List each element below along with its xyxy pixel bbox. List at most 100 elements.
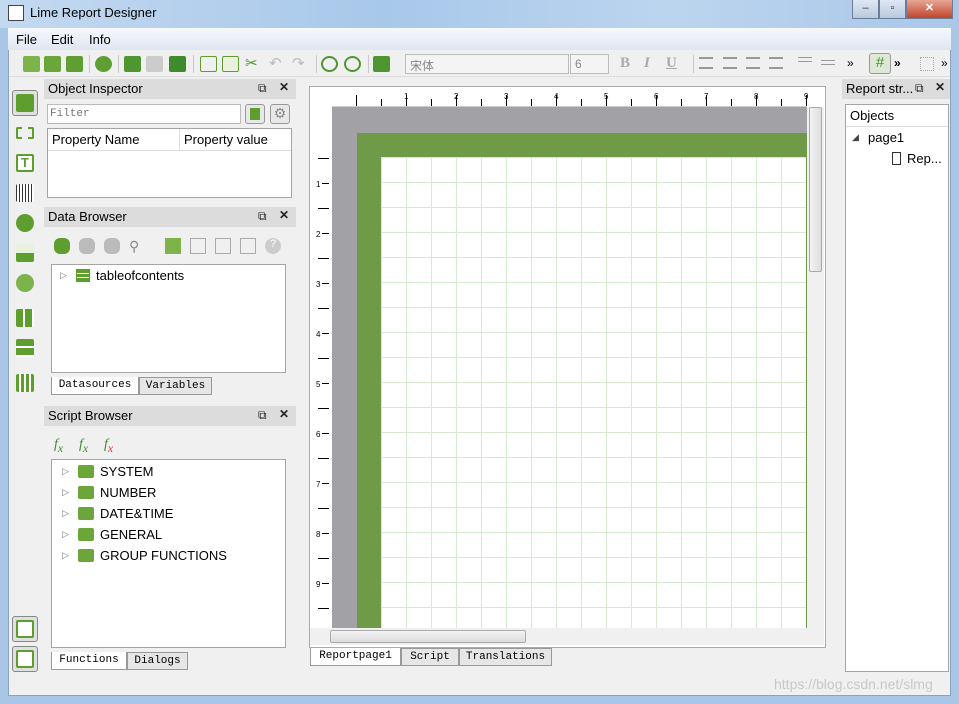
maximize-button[interactable]: ▫	[879, 0, 906, 19]
tree-item-group-functions[interactable]: ▷ GROUP FUNCTIONS	[52, 545, 285, 566]
text-item-tool[interactable]: T	[12, 150, 38, 176]
print-icon[interactable]	[373, 56, 390, 72]
horizontal-scrollbar[interactable]	[310, 628, 824, 645]
zoom-out-icon[interactable]	[344, 56, 361, 72]
expand-arrow-icon[interactable]: ▷	[62, 524, 72, 545]
collapse-arrow-icon[interactable]: ◢	[852, 127, 862, 148]
toolbar-more-button-2[interactable]: »	[894, 56, 901, 70]
chart-tool[interactable]	[12, 270, 38, 296]
menu-info[interactable]: Info	[89, 32, 111, 47]
scroll-thumb[interactable]	[809, 107, 822, 272]
edit-connection-icon[interactable]	[79, 238, 95, 254]
expand-arrow-icon[interactable]: ▷	[62, 545, 72, 566]
save-icon[interactable]	[66, 56, 83, 72]
add-function-icon[interactable]: fx	[54, 437, 63, 455]
select-tool[interactable]	[12, 90, 38, 116]
align-left-icon[interactable]	[699, 57, 713, 69]
tab-translations[interactable]: Translations	[459, 648, 552, 666]
tab-script[interactable]: Script	[401, 648, 459, 666]
vertical-scrollbar[interactable]	[807, 107, 824, 628]
horizontal-layout-tool[interactable]	[12, 305, 38, 331]
close-icon[interactable]: ✕	[279, 80, 289, 94]
barcode-tool[interactable]	[12, 180, 38, 206]
close-icon[interactable]: ✕	[279, 407, 289, 421]
close-icon[interactable]: ✕	[279, 208, 289, 222]
add-datasource-icon[interactable]	[165, 238, 181, 254]
align-center-icon[interactable]	[723, 57, 737, 69]
delete-page-icon[interactable]	[146, 56, 163, 72]
image-tool[interactable]	[12, 240, 38, 266]
tree-item-band[interactable]: Rep...	[846, 148, 948, 169]
trash-button[interactable]	[245, 104, 265, 124]
toggle-right-panel[interactable]	[12, 646, 38, 672]
float-icon[interactable]: ⧉	[258, 209, 267, 224]
view-datasource-icon[interactable]	[190, 238, 206, 254]
tree-item-page1[interactable]: ◢ page1	[846, 127, 948, 148]
minimize-button[interactable]: –	[852, 0, 879, 19]
tree-item-general[interactable]: ▷ GENERAL	[52, 524, 285, 545]
underline-button[interactable]: U	[666, 55, 677, 72]
grid-toggle-icon[interactable]: #	[869, 53, 891, 74]
paste-icon[interactable]	[222, 56, 239, 72]
tree-item-number[interactable]: ▷ NUMBER	[52, 482, 285, 503]
edit-function-icon[interactable]: fx	[79, 437, 88, 455]
toggle-left-panel[interactable]	[12, 616, 38, 642]
undo-icon[interactable]: ↶	[269, 56, 286, 72]
copy-icon[interactable]	[200, 56, 217, 72]
add-dialog-icon[interactable]	[169, 56, 186, 72]
band-tool[interactable]	[12, 120, 38, 146]
vertical-layout-tool[interactable]	[12, 335, 38, 361]
edit-datasource-icon[interactable]	[215, 238, 231, 254]
align-right-icon[interactable]	[746, 57, 760, 69]
valign-center-icon[interactable]	[821, 60, 835, 65]
tree-item-system[interactable]: ▷ SYSTEM	[52, 461, 285, 482]
toolbar-more-button[interactable]: »	[847, 56, 854, 70]
delete-connection-icon[interactable]	[104, 238, 120, 254]
add-connection-icon[interactable]	[54, 238, 70, 254]
tree-item[interactable]: ▷ tableofcontents	[52, 265, 285, 286]
borders-icon[interactable]	[920, 57, 934, 71]
bold-button[interactable]: B	[620, 55, 630, 72]
font-family-select[interactable]: 宋体	[405, 54, 569, 74]
valign-top-icon[interactable]	[798, 57, 812, 62]
scroll-thumb[interactable]	[330, 630, 526, 643]
delete-datasource-icon[interactable]	[240, 238, 256, 254]
delete-function-icon[interactable]: fx	[104, 437, 113, 455]
expand-arrow-icon[interactable]: ▷	[62, 461, 72, 482]
expand-arrow-icon[interactable]: ▷	[62, 482, 72, 503]
menu-edit[interactable]: Edit	[51, 32, 73, 47]
shape-tool[interactable]	[12, 210, 38, 236]
new-report-icon[interactable]	[23, 56, 40, 72]
delete-tool[interactable]	[12, 370, 38, 396]
justify-icon[interactable]	[769, 57, 783, 69]
zoom-in-icon[interactable]	[321, 56, 338, 72]
font-size-select[interactable]: 6	[570, 54, 609, 74]
help-icon[interactable]: ?	[265, 238, 281, 254]
connect-icon[interactable]: ⚲	[129, 238, 145, 254]
expand-arrow-icon[interactable]: ▷	[60, 265, 70, 286]
tab-dialogs[interactable]: Dialogs	[127, 652, 188, 670]
col-property-name[interactable]: Property Name	[48, 129, 180, 150]
settings-icon[interactable]	[95, 56, 112, 72]
settings-gear-button[interactable]: ⚙	[270, 104, 290, 124]
col-property-value[interactable]: Property value	[180, 129, 272, 150]
expand-arrow-icon[interactable]: ▷	[62, 503, 72, 524]
close-button[interactable]: ✕	[906, 0, 953, 19]
filter-input[interactable]	[47, 104, 241, 124]
italic-button[interactable]: I	[644, 55, 650, 72]
tab-functions[interactable]: Functions	[51, 652, 127, 670]
page-grid[interactable]	[381, 157, 806, 628]
float-icon[interactable]: ⧉	[258, 81, 267, 96]
float-icon[interactable]: ⧉	[915, 81, 924, 96]
redo-icon[interactable]: ↷	[292, 56, 309, 72]
close-icon[interactable]: ✕	[935, 80, 945, 94]
float-icon[interactable]: ⧉	[258, 408, 267, 423]
add-page-icon[interactable]	[124, 56, 141, 72]
tab-datasources[interactable]: Datasources	[51, 377, 139, 395]
tab-variables[interactable]: Variables	[139, 377, 212, 395]
menu-file[interactable]: File	[16, 32, 37, 47]
tab-reportpage1[interactable]: Reportpage1	[310, 648, 401, 666]
open-icon[interactable]	[44, 56, 61, 72]
cut-icon[interactable]: ✂	[245, 56, 262, 72]
toolbar-more-button-3[interactable]: »	[941, 56, 948, 70]
